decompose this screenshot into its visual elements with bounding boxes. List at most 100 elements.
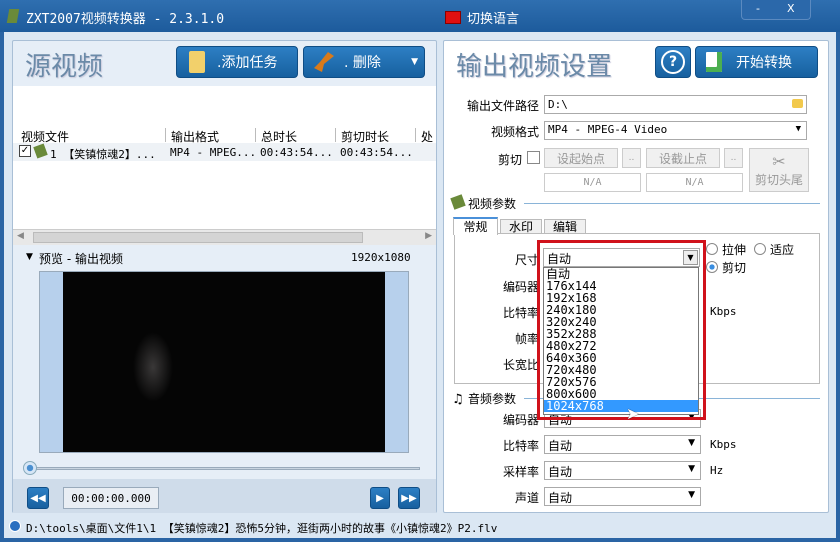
info-icon [9,520,21,532]
seek-slider[interactable] [33,467,420,470]
audio-encoder-label: 编码器 [502,413,539,427]
channel-value: 自动 [548,491,573,505]
radio-crop[interactable] [706,261,718,273]
aspect-label: 长宽比 [502,358,539,372]
chevron-down-icon: ▼ [688,490,695,500]
cut-checkbox[interactable] [527,151,540,164]
column-header-format[interactable]: 输出格式 [168,128,256,144]
mouse-cursor-icon: ➤ [626,404,640,423]
app-icon [6,9,20,23]
audio-bitrate-value: 自动 [548,439,573,453]
size-option[interactable]: 1024x768 [544,400,698,412]
help-icon: ? [661,50,685,74]
preview-label: 预览 - 输出视频 [39,252,123,266]
column-header-file[interactable]: 视频文件 [18,128,166,144]
delete-button[interactable]: . 删除 ▼ [303,46,425,78]
chevron-down-icon: ▼ [688,438,695,448]
format-label: 视频格式 [490,125,539,139]
folder-icon [189,51,205,73]
output-path-label: 输出文件路径 [466,99,539,113]
row-file: 1 【笑镇惊魂2】... [50,148,156,161]
status-text: D:\tools\桌面\文件1\1 【笑镇惊魂2】恐怖5分钟，逛街两小时的故事《… [26,522,498,535]
column-header-total[interactable]: 总时长 [258,128,336,144]
end-value: N/A [646,173,743,192]
radio-fit[interactable] [754,243,766,255]
window-buttons: - X [741,0,811,20]
tab-general[interactable]: 常规 [453,217,498,235]
row-cut: 00:43:54... [340,146,413,159]
column-header-cut[interactable]: 剪切时长 [338,128,416,144]
play-button[interactable]: ▶ [370,487,390,509]
bitrate-label: 比特率 [502,306,539,320]
format-select[interactable]: MP4 - MPEG-4 Video ▼ [544,121,807,140]
audio-bitrate-label: 比特率 [502,439,539,453]
chevron-down-icon: ▼ [688,464,695,474]
audio-kbps-unit: Kbps [710,438,737,451]
convert-icon [706,52,722,72]
chevron-down-icon: ▼ [795,124,801,134]
fast-forward-button[interactable]: ▶▶ [398,487,420,509]
row-checkbox[interactable]: ✓ [19,145,31,157]
size-dropdown-list[interactable]: 自动 176x144 192x168 240x180 320x240 352x288 480… [543,267,699,415]
title-bar: ZXT2007视频转换器 - 2.3.1.0 切换语言 - X [0,0,840,32]
add-task-label: .添加任务 [217,55,278,71]
language-switch-button[interactable]: 切换语言 [445,8,519,27]
cut-ends-label: 剪切头尾 [754,173,803,187]
output-path-value: D:\ [548,98,568,111]
samplerate-select[interactable]: 自动 ▼ [544,461,701,480]
horizontal-scrollbar[interactable]: ◀ ▶ [13,229,436,245]
encoder-label: 编码器 [502,280,539,294]
end-more-button[interactable]: .. [724,148,743,168]
samplerate-value: 自动 [548,465,573,479]
scrollbar-thumb[interactable] [33,232,363,243]
audio-params-heading: 音频参数 [468,392,517,406]
set-end-button[interactable]: 设截止点 [646,148,720,168]
cut-ends-button[interactable]: ✂ 剪切头尾 [749,148,809,192]
kbps-unit: Kbps [710,305,737,318]
row-total: 00:43:54... [260,146,333,159]
film-icon [450,194,466,210]
resolution-label: 1920x1080 [351,251,411,264]
video-params-heading: 视频参数 [468,197,517,211]
folder-icon[interactable] [792,99,803,108]
set-start-button[interactable]: 设起始点 [544,148,618,168]
tab-edit[interactable]: 编辑 [544,219,586,234]
samplerate-label: 采样率 [502,465,539,479]
output-path-input[interactable]: D:\ [544,95,807,114]
video-preview [39,271,409,453]
size-select[interactable]: 自动 ▼ [543,248,700,267]
channel-label: 声道 [514,491,539,505]
video-frame [63,272,385,452]
radio-crop-label: 剪切 [722,261,747,275]
radio-stretch[interactable] [706,243,718,255]
close-button[interactable]: X [787,2,795,15]
audio-bitrate-select[interactable]: 自动 ▼ [544,435,701,454]
rewind-button[interactable]: ◀◀ [27,487,49,509]
column-header-process[interactable]: 处 [418,128,436,144]
chevron-down-icon[interactable]: ▼ [683,250,698,265]
seek-handle[interactable] [23,461,37,475]
add-task-button[interactable]: .添加任务 [176,46,298,78]
radio-stretch-label: 拉伸 [722,243,747,257]
divider [524,203,820,204]
help-button[interactable]: ? [655,46,691,78]
channel-select[interactable]: 自动 ▼ [544,487,701,506]
fps-label: 帧率 [514,332,539,346]
minimize-button[interactable]: - [756,2,760,15]
start-value: N/A [544,173,641,192]
flag-icon [445,11,461,24]
chevron-down-icon[interactable]: ▼ [411,57,418,67]
start-convert-button[interactable]: 开始转换 [695,46,818,78]
delete-label: . 删除 [344,55,381,71]
collapse-icon[interactable]: ▼ [26,252,33,262]
hz-unit: Hz [710,464,724,477]
music-icon: ♫ [452,392,464,407]
radio-fit-label: 适应 [770,243,795,257]
source-title: 源视频 [25,52,104,82]
start-convert-label: 开始转换 [736,55,792,71]
tab-watermark[interactable]: 水印 [500,219,542,234]
start-more-button[interactable]: .. [622,148,641,168]
size-label: 尺寸 [514,253,539,267]
source-panel: 源视频 .添加任务 . 删除 ▼ 视频文件 输出格式 总时长 剪切时长 处 ✓ … [12,40,437,513]
scissors-icon: ✂ [772,152,786,171]
